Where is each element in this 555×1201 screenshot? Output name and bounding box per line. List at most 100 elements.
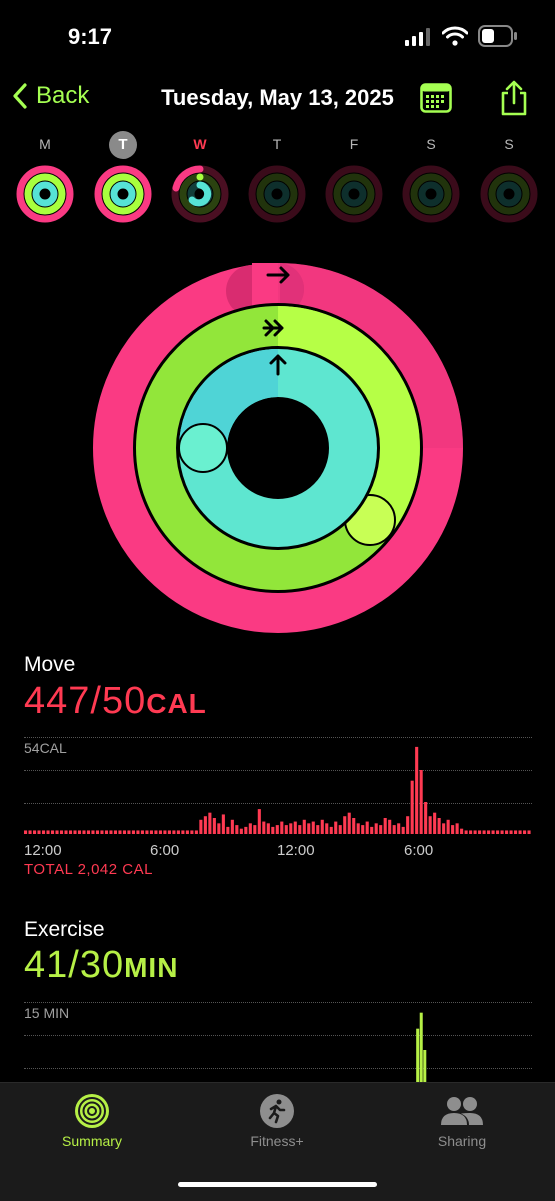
calendar-icon[interactable] xyxy=(420,83,452,113)
move-bar xyxy=(131,830,135,834)
move-bar xyxy=(230,819,234,834)
move-bar xyxy=(217,823,221,834)
day-monday[interactable]: M xyxy=(13,134,77,223)
move-total: TOTAL 2,042 CAL xyxy=(24,861,153,878)
move-bar xyxy=(410,780,414,834)
move-bar xyxy=(226,826,230,834)
day-saturday[interactable]: S xyxy=(399,134,463,223)
move-bar xyxy=(167,830,171,834)
day-label-selected: T xyxy=(109,131,137,159)
move-bar xyxy=(59,830,64,834)
day-rings-icon xyxy=(171,165,229,223)
move-bar xyxy=(401,826,405,834)
move-bar xyxy=(235,825,239,834)
move-bar xyxy=(311,821,315,834)
move-bar xyxy=(253,825,257,834)
move-bar xyxy=(190,830,194,834)
exercise-chart xyxy=(416,1012,427,1082)
move-bar xyxy=(496,830,500,834)
activity-rings[interactable] xyxy=(92,262,464,634)
move-bar xyxy=(194,830,198,834)
move-bar xyxy=(280,821,284,834)
day-rings-icon xyxy=(480,165,538,223)
move-bar xyxy=(46,830,50,834)
move-xtick: 6:00 xyxy=(150,842,180,859)
move-bar xyxy=(392,825,396,834)
move-bar xyxy=(491,830,495,834)
move-bar xyxy=(383,818,387,834)
move-bar xyxy=(145,830,149,834)
home-indicator xyxy=(178,1182,377,1187)
move-bar xyxy=(176,830,180,834)
move-bar xyxy=(518,830,522,834)
day-label: S xyxy=(426,136,436,152)
move-bar xyxy=(469,830,473,834)
move-bar xyxy=(343,816,347,834)
exercise-bar xyxy=(416,1028,420,1082)
move-bar xyxy=(329,826,333,834)
battery-icon xyxy=(478,25,517,47)
move-bar xyxy=(136,830,140,834)
move-bar xyxy=(172,830,176,834)
move-bar xyxy=(248,823,252,834)
move-bar xyxy=(437,818,441,834)
day-label: M xyxy=(39,136,51,152)
move-bar xyxy=(446,819,450,834)
move-bar xyxy=(325,823,329,834)
share-icon[interactable] xyxy=(498,80,530,116)
tab-summary[interactable]: Summary xyxy=(27,1093,157,1149)
move-bar xyxy=(262,821,266,834)
move-bar xyxy=(100,830,104,834)
day-rings-icon xyxy=(402,165,460,223)
move-bar xyxy=(208,812,212,834)
tab-sharing[interactable]: Sharing xyxy=(397,1093,527,1149)
move-bar xyxy=(406,816,410,834)
tab-label: Summary xyxy=(62,1133,122,1149)
move-bar xyxy=(455,823,459,834)
move-bar xyxy=(478,830,482,834)
move-bar xyxy=(149,830,153,834)
move-bar xyxy=(77,830,82,834)
activity-rings-icon xyxy=(75,1094,109,1128)
move-bar xyxy=(347,812,351,834)
week-strip: M T W T F S S xyxy=(0,131,555,224)
day-wednesday[interactable]: W xyxy=(168,134,232,223)
move-bar xyxy=(68,830,73,834)
move-bar xyxy=(509,830,513,834)
move-bar xyxy=(28,830,32,834)
move-chart xyxy=(24,746,531,834)
wifi-icon xyxy=(442,26,468,46)
move-bar xyxy=(203,816,207,834)
move-bar xyxy=(185,830,189,834)
day-tuesday[interactable]: T xyxy=(91,131,155,223)
day-thursday[interactable]: T xyxy=(245,134,309,223)
move-bar xyxy=(361,825,365,834)
move-bar xyxy=(419,770,423,834)
move-bar xyxy=(442,823,446,834)
exercise-title: Exercise xyxy=(24,918,105,941)
move-bar xyxy=(365,821,369,834)
move-bar xyxy=(370,826,374,834)
move-bar xyxy=(428,816,432,834)
day-label-today: W xyxy=(193,136,207,152)
status-time: 9:17 xyxy=(68,24,113,49)
move-bar xyxy=(473,830,477,834)
day-sunday[interactable]: S xyxy=(477,134,541,223)
day-friday[interactable]: F xyxy=(322,134,386,223)
move-bar xyxy=(298,825,302,834)
move-bar xyxy=(82,830,86,834)
move-bar xyxy=(104,830,109,834)
day-label: F xyxy=(349,136,359,152)
move-bar xyxy=(239,828,243,834)
move-bar xyxy=(451,825,455,834)
move-bar xyxy=(284,825,288,834)
move-bar xyxy=(433,812,437,834)
tab-fitness-plus[interactable]: Fitness+ xyxy=(212,1093,342,1149)
exercise-bar xyxy=(419,1012,423,1082)
move-bar xyxy=(127,830,131,834)
move-bar xyxy=(55,830,59,834)
move-bar xyxy=(523,830,527,834)
move-bar xyxy=(122,830,126,834)
move-bar xyxy=(163,830,167,834)
move-bar xyxy=(505,830,509,834)
